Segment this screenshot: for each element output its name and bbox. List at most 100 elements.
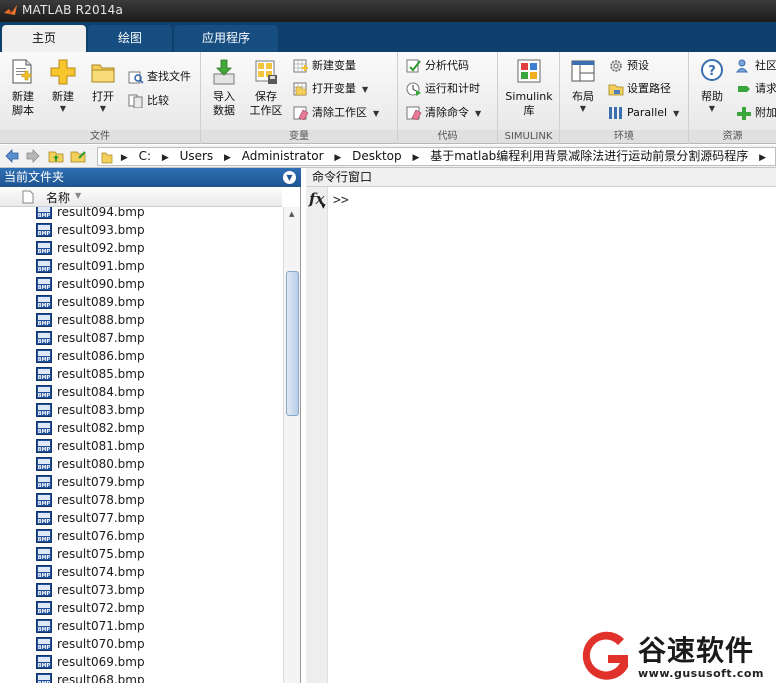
file-list-item[interactable]: BMP result079.bmp [36, 473, 276, 491]
new-script-button[interactable]: 新建 脚本 [5, 58, 41, 118]
save-workspace-button[interactable]: 保存 工作区 [246, 58, 286, 118]
command-window-header: 命令行窗口 [306, 168, 776, 187]
file-list-item[interactable]: BMP result093.bmp [36, 221, 276, 239]
analyze-code-button[interactable]: 分析代码 [406, 56, 469, 76]
window-title: MATLAB R2014a [22, 3, 124, 17]
file-list-item[interactable]: BMP result090.bmp [36, 275, 276, 293]
file-list-item[interactable]: BMP result083.bmp [36, 401, 276, 419]
scrollbar-thumb[interactable] [286, 271, 299, 416]
addons-button[interactable]: 附加 [736, 103, 776, 123]
community-button[interactable]: 社区 [736, 56, 776, 76]
file-list-item[interactable]: BMP result087.bmp [36, 329, 276, 347]
find-files-button[interactable]: 查找文件 [128, 67, 191, 87]
path-breadcrumb[interactable]: ▶ C: ▶ Users ▶ Administrator ▶ Desktop ▶… [97, 147, 776, 166]
file-list-item[interactable]: BMP result084.bmp [36, 383, 276, 401]
open-variable-button[interactable]: 打开变量 ▼ [293, 79, 368, 99]
eraser-icon [406, 106, 422, 121]
chevron-down-icon: ▼ [708, 104, 716, 113]
run-and-time-button[interactable]: 运行和计时 [406, 79, 480, 99]
address-bar: ▶ C: ▶ Users ▶ Administrator ▶ Desktop ▶… [0, 145, 776, 168]
file-list-item[interactable]: BMP result077.bmp [36, 509, 276, 527]
file-list-item[interactable]: BMP result075.bmp [36, 545, 276, 563]
file-list-item[interactable]: BMP result071.bmp [36, 617, 276, 635]
bmp-file-icon: BMP [36, 223, 52, 237]
file-list-item[interactable]: BMP result078.bmp [36, 491, 276, 509]
command-gutter: fx ▼ [306, 187, 328, 683]
svg-text:BMP: BMP [38, 591, 51, 597]
preferences-button[interactable]: 预设 [608, 56, 649, 76]
breadcrumb-users[interactable]: Users [177, 148, 217, 165]
file-list-item[interactable]: BMP result086.bmp [36, 347, 276, 365]
browse-folder-icon[interactable] [70, 148, 86, 164]
new-button[interactable]: 新建 ▼ [46, 58, 80, 114]
new-variable-button[interactable]: 新建变量 [293, 56, 356, 76]
file-list-item[interactable]: BMP result091.bmp [36, 257, 276, 275]
group-label-environment: 环境 [560, 130, 688, 143]
new-script-icon [12, 59, 32, 84]
layout-button[interactable]: 布局 ▼ [566, 58, 600, 114]
bmp-file-icon: BMP [36, 547, 52, 561]
group-label-resources: 资源 [689, 130, 776, 143]
file-list-scrollbar[interactable]: ▲ [283, 207, 300, 683]
chevron-down-icon: ▼ [59, 104, 67, 113]
simulink-library-icon [517, 59, 541, 83]
find-files-icon [128, 71, 144, 84]
tab-home[interactable]: 主页 [2, 25, 86, 52]
file-list-item[interactable]: BMP result073.bmp [36, 581, 276, 599]
file-list-item[interactable]: BMP result076.bmp [36, 527, 276, 545]
parallel-icon [609, 107, 622, 119]
svg-text:BMP: BMP [38, 213, 51, 219]
document-icon [22, 190, 34, 204]
file-list-item[interactable]: BMP result085.bmp [36, 365, 276, 383]
tab-plots[interactable]: 绘图 [88, 25, 172, 52]
breadcrumb-drive[interactable]: C: [136, 148, 154, 165]
request-support-button[interactable]: 请求 [736, 79, 776, 99]
open-button[interactable]: 打开 ▼ [86, 58, 120, 114]
breadcrumb-desktop[interactable]: Desktop [349, 148, 405, 165]
file-name: result089.bmp [57, 295, 145, 309]
back-arrow-icon[interactable] [4, 148, 20, 164]
help-button[interactable]: ? 帮助 ▼ [695, 58, 729, 114]
breadcrumb-administrator[interactable]: Administrator [239, 148, 327, 165]
tab-apps[interactable]: 应用程序 [174, 25, 278, 52]
bmp-file-icon: BMP [36, 367, 52, 381]
import-data-button[interactable]: 导入 数据 [207, 58, 241, 118]
file-list-item[interactable]: BMP result069.bmp [36, 653, 276, 671]
simulink-library-button[interactable]: Simulink 库 [504, 58, 554, 118]
breadcrumb-project-folder[interactable]: 基于matlab编程利用背景减除法进行运动前景分割源码程序 [427, 148, 751, 165]
file-list-item[interactable]: BMP result088.bmp [36, 311, 276, 329]
set-path-button[interactable]: 设置路径 [608, 79, 671, 99]
clear-workspace-button[interactable]: 清除工作区 ▼ [293, 103, 379, 123]
save-workspace-icon [255, 60, 277, 84]
name-column-header[interactable]: 名称 ▼ [0, 187, 282, 207]
layout-icon [571, 60, 595, 82]
file-list-item[interactable]: BMP result089.bmp [36, 293, 276, 311]
file-name: result087.bmp [57, 331, 145, 345]
file-list-item[interactable]: BMP result070.bmp [36, 635, 276, 653]
svg-text:BMP: BMP [38, 609, 51, 615]
file-list-item[interactable]: BMP result081.bmp [36, 437, 276, 455]
file-list-item[interactable]: BMP result072.bmp [36, 599, 276, 617]
scroll-up-arrow-icon[interactable]: ▲ [289, 210, 294, 218]
file-list-item[interactable]: BMP result092.bmp [36, 239, 276, 257]
forward-arrow-icon[interactable] [25, 148, 41, 164]
group-resources: ? 帮助 ▼ 社区 请求 附加 资源 [689, 52, 776, 144]
panel-menu-chevron-icon[interactable]: ▼ [283, 171, 296, 184]
svg-text:BMP: BMP [38, 483, 51, 489]
file-list-item[interactable]: BMP result094.bmp [36, 207, 276, 221]
command-prompt[interactable]: >> [333, 193, 349, 208]
parallel-button[interactable]: Parallel ▼ [608, 103, 679, 123]
file-list-item[interactable]: BMP result080.bmp [36, 455, 276, 473]
clear-commands-button[interactable]: 清除命令 ▼ [406, 103, 481, 123]
bmp-file-icon: BMP [36, 259, 52, 273]
up-folder-icon[interactable] [48, 148, 64, 164]
group-file: 新建 脚本 新建 ▼ 打开 ▼ 查找文件 比较 文件 [0, 52, 201, 144]
file-name: result076.bmp [57, 529, 145, 543]
compare-button[interactable]: 比较 [128, 91, 169, 111]
current-folder-header: 当前文件夹 ▼ [0, 168, 301, 187]
breadcrumb-separator-icon: ▶ [161, 153, 169, 163]
file-list-item[interactable]: BMP result068.bmp [36, 671, 276, 683]
file-list-item[interactable]: BMP result074.bmp [36, 563, 276, 581]
chevron-down-icon: ▼ [673, 109, 680, 118]
file-list-item[interactable]: BMP result082.bmp [36, 419, 276, 437]
